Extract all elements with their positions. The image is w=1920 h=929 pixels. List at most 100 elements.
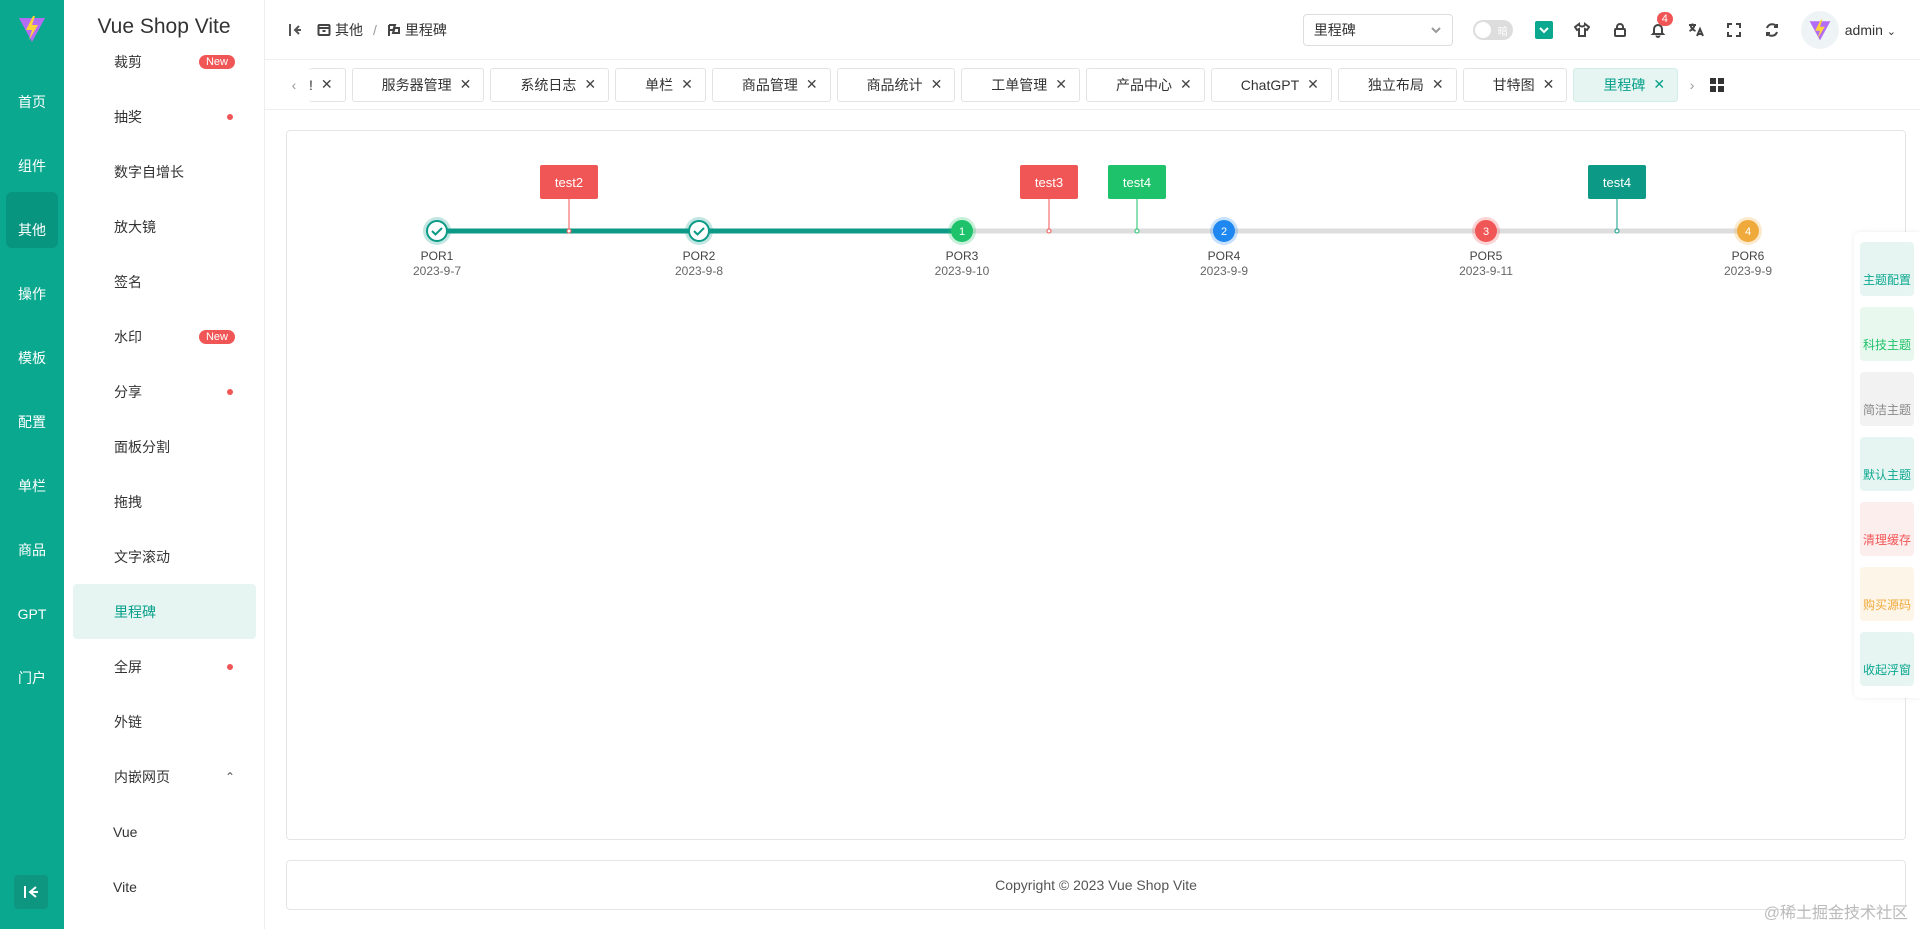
main-content-card: test2 test3 test4 test4 POR1 2023-9-7 POR2 2023… bbox=[286, 130, 1906, 840]
rail-item-0[interactable]: 首页 bbox=[6, 64, 58, 120]
tab-label: ChatGPT bbox=[1240, 76, 1300, 93]
menu-item-icon bbox=[95, 330, 109, 344]
submenu-item[interactable]: 放大镜 bbox=[64, 199, 264, 254]
tab-icon bbox=[725, 78, 738, 91]
submenu-child[interactable]: Vue bbox=[64, 804, 264, 859]
submenu-item[interactable]: 内嵌网页 ⌃ bbox=[64, 749, 264, 804]
close-icon[interactable]: ✕ bbox=[1543, 76, 1555, 93]
tab-label: 单栏 bbox=[645, 76, 674, 93]
float-button[interactable]: 收起浮窗 bbox=[1860, 632, 1914, 686]
submenu-item[interactable]: 全屏 bbox=[64, 639, 264, 694]
close-icon[interactable]: ✕ bbox=[460, 76, 472, 93]
vite-logo[interactable] bbox=[0, 0, 64, 58]
tab[interactable]: 里程碑 ✕ bbox=[1573, 67, 1679, 102]
rail-item-4[interactable]: 模板 bbox=[6, 320, 58, 376]
tab[interactable]: 服务器管理 ✕ bbox=[351, 67, 485, 102]
portal-icon bbox=[24, 648, 40, 664]
tab[interactable]: 独立布局 ✕ bbox=[1337, 67, 1457, 102]
menu-search-select[interactable]: 里程碑 bbox=[1302, 14, 1453, 46]
float-button[interactable]: 简洁主题 bbox=[1860, 372, 1914, 426]
menu-item-icon bbox=[95, 495, 109, 509]
toggle-sidebar-button[interactable] bbox=[287, 22, 303, 38]
submenu-item[interactable]: 文字滚动 bbox=[64, 529, 264, 584]
submenu-item[interactable]: 水印 New bbox=[64, 309, 264, 364]
rail-item-9[interactable]: 门户 bbox=[6, 640, 58, 696]
submenu-item[interactable]: 分享 bbox=[64, 364, 264, 419]
tab[interactable]: 甘特图 ✕ bbox=[1462, 67, 1568, 102]
close-icon[interactable]: ✕ bbox=[1432, 76, 1444, 93]
tab[interactable]: 单栏 ✕ bbox=[615, 67, 706, 102]
status-dot bbox=[227, 663, 233, 670]
menu-item-icon bbox=[95, 220, 109, 234]
rail-item-5[interactable]: 配置 bbox=[6, 384, 58, 440]
tab[interactable]: ! ✕ bbox=[309, 67, 346, 102]
close-icon[interactable]: ✕ bbox=[321, 76, 333, 93]
refresh-button[interactable] bbox=[1763, 21, 1781, 39]
tab[interactable]: 商品统计 ✕ bbox=[836, 67, 956, 102]
submenu-item[interactable]: 签名 bbox=[64, 254, 264, 309]
close-icon[interactable]: ✕ bbox=[1180, 76, 1192, 93]
close-icon[interactable]: ✕ bbox=[1653, 76, 1665, 93]
collapse-rail-button[interactable] bbox=[14, 875, 48, 909]
top-header: 其他 / 里程碑 里程碑 暗 4 admin ⌄ bbox=[265, 0, 1920, 60]
lock-screen-button[interactable] bbox=[1611, 21, 1629, 39]
rail-item-8[interactable]: GPT bbox=[6, 576, 58, 632]
tab[interactable]: 工单管理 ✕ bbox=[961, 67, 1081, 102]
user-gear-icon bbox=[24, 264, 40, 280]
rail-item-1[interactable]: 组件 bbox=[6, 128, 58, 184]
rail-item-7[interactable]: 商品 bbox=[6, 512, 58, 568]
submenu-item[interactable]: 裁剪 New bbox=[64, 34, 264, 89]
double-up-icon bbox=[1880, 641, 1894, 655]
submenu-item[interactable]: 里程碑 bbox=[73, 584, 256, 639]
float-button-label: 购买源码 bbox=[1862, 597, 1911, 612]
language-button[interactable] bbox=[1687, 21, 1705, 39]
submenu-item[interactable]: 外链 bbox=[64, 694, 264, 749]
submenu-item[interactable]: 抽奖 bbox=[64, 89, 264, 144]
submenu-item[interactable]: 面板分割 bbox=[64, 419, 264, 474]
float-button[interactable]: 清理缓存 bbox=[1860, 502, 1914, 556]
float-button[interactable]: 购买源码 bbox=[1860, 567, 1914, 621]
rail-item-2[interactable]: 其他 bbox=[6, 192, 58, 248]
notification-button[interactable]: 4 bbox=[1649, 12, 1673, 39]
user-avatar[interactable] bbox=[1800, 11, 1839, 49]
tab[interactable]: 系统日志 ✕ bbox=[490, 67, 610, 102]
float-button[interactable]: 主题配置 bbox=[1860, 242, 1914, 296]
tab-label: 里程碑 bbox=[1603, 76, 1646, 93]
submenu-child[interactable]: Vite bbox=[64, 859, 264, 914]
close-icon[interactable]: ✕ bbox=[931, 76, 943, 93]
tab[interactable]: 商品管理 ✕ bbox=[711, 67, 831, 102]
tabs-scroll-right[interactable]: › bbox=[1684, 77, 1700, 93]
float-button[interactable]: 科技主题 bbox=[1860, 307, 1914, 361]
theme-color-picker[interactable] bbox=[1534, 21, 1553, 39]
box-icon bbox=[317, 23, 331, 36]
submenu-item-label: 分享 bbox=[114, 383, 142, 400]
user-menu[interactable]: admin ⌄ bbox=[1845, 22, 1896, 38]
milestone-name: POR4 bbox=[1208, 249, 1241, 263]
milestone-number: 4 bbox=[1745, 226, 1751, 238]
tab[interactable]: 产品中心 ✕ bbox=[1086, 67, 1205, 102]
rail-item-6[interactable]: 单栏 bbox=[6, 448, 58, 504]
close-icon[interactable]: ✕ bbox=[1307, 76, 1319, 93]
float-button[interactable]: 默认主题 bbox=[1860, 437, 1914, 491]
milestone-node[interactable] bbox=[426, 220, 448, 242]
dark-mode-switch[interactable]: 暗 bbox=[1472, 20, 1513, 40]
submenu-item[interactable]: 拖拽 bbox=[64, 474, 264, 529]
submenu-item-label: 面板分割 bbox=[114, 438, 170, 455]
tab[interactable]: ChatGPT ✕ bbox=[1210, 67, 1332, 102]
close-icon[interactable]: ✕ bbox=[584, 76, 596, 93]
close-icon[interactable]: ✕ bbox=[681, 76, 693, 93]
close-icon[interactable]: ✕ bbox=[806, 76, 818, 93]
tabs-menu-grid-icon[interactable] bbox=[1710, 77, 1725, 92]
home-icon bbox=[24, 72, 40, 88]
close-icon[interactable]: ✕ bbox=[1055, 76, 1067, 93]
fullscreen-button[interactable] bbox=[1725, 21, 1743, 39]
submenu-item-label: 抽奖 bbox=[114, 108, 142, 125]
submenu-item[interactable]: 数字自增长 bbox=[64, 144, 264, 199]
rail-item-3[interactable]: 操作 bbox=[6, 256, 58, 312]
tab-label: 服务器管理 bbox=[381, 76, 452, 93]
theme-button[interactable] bbox=[1573, 21, 1591, 39]
tabs-scroll-left[interactable]: ‹ bbox=[279, 77, 309, 93]
avatar-logo-icon bbox=[1809, 19, 1831, 41]
breadcrumb-item[interactable]: 其他 bbox=[335, 20, 363, 40]
milestone-node[interactable] bbox=[688, 220, 710, 242]
